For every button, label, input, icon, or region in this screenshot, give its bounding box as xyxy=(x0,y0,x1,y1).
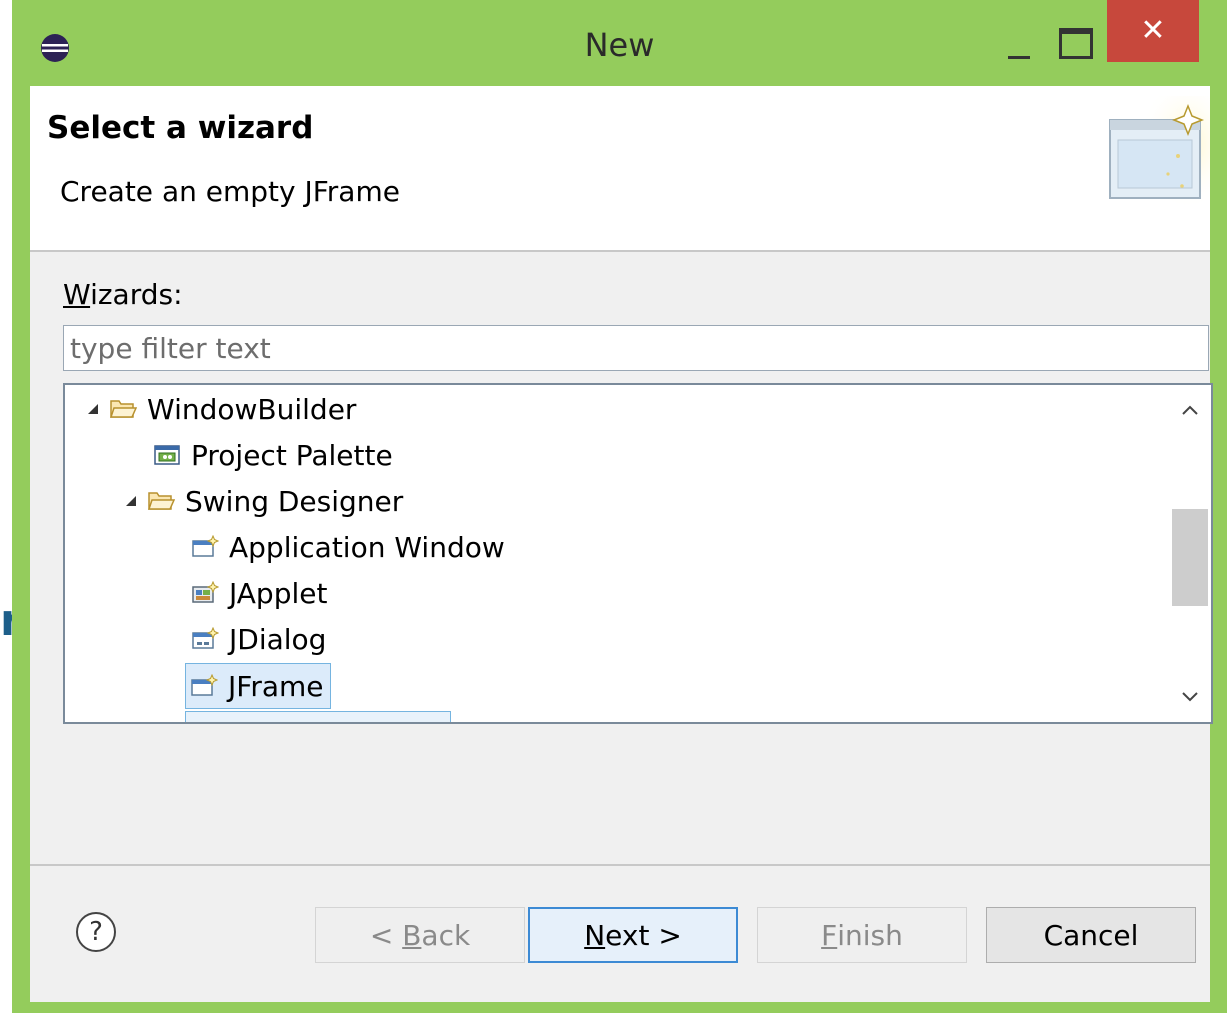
title-bar[interactable]: New ✕ xyxy=(12,0,1227,86)
tree-item-label: Swing Designer xyxy=(185,484,404,518)
expanded-arrow-icon xyxy=(88,404,98,414)
tree-item-application-window[interactable]: Application Window xyxy=(191,525,505,569)
folder-open-icon xyxy=(147,492,175,510)
scroll-up-button[interactable] xyxy=(1169,389,1211,431)
finish-button[interactable]: Finish xyxy=(757,907,967,963)
folder-open-icon xyxy=(109,400,137,418)
back-prefix: < xyxy=(369,918,403,952)
chevron-down-icon xyxy=(1182,692,1198,702)
tree-item-partial[interactable] xyxy=(185,711,451,722)
tree-item-swing-designer[interactable]: Swing Designer xyxy=(125,479,403,523)
tree-item-windowbuilder[interactable]: WindowBuilder xyxy=(87,387,356,431)
scrollbar-thumb[interactable] xyxy=(1172,509,1208,606)
wizards-label: Wizards: xyxy=(63,278,183,311)
help-button[interactable]: ? xyxy=(76,912,116,952)
back-text: ack xyxy=(421,918,471,952)
tree-item-japplet[interactable]: JApplet xyxy=(191,571,327,615)
tree-item-project-palette[interactable]: Project Palette xyxy=(153,433,393,477)
next-text: ext > xyxy=(605,918,682,952)
tree-item-label: JApplet xyxy=(229,576,328,610)
back-button[interactable]: < Back xyxy=(315,907,525,963)
tree-item-label: Project Palette xyxy=(191,438,393,472)
frame-wizard-icon xyxy=(191,674,218,696)
tree-item-label: Application Window xyxy=(229,530,505,564)
dialog-content: Select a wizard Create an empty JFrame W… xyxy=(30,86,1213,1002)
wizard-tree[interactable]: WindowBuilder Project Palette Swing Desi… xyxy=(63,383,1213,724)
tree-item-jdialog[interactable]: JDialog xyxy=(191,617,326,661)
dialog-wizard-icon xyxy=(192,627,219,649)
tree-item-label: JDialog xyxy=(229,622,327,656)
finish-accel: F xyxy=(821,918,838,952)
palette-icon xyxy=(154,445,180,465)
applet-wizard-icon xyxy=(192,581,219,603)
page-title: Select a wizard xyxy=(47,110,314,146)
filter-input[interactable] xyxy=(63,325,1209,371)
next-button[interactable]: Next > xyxy=(528,907,738,963)
expanded-arrow-icon xyxy=(126,496,136,506)
wizard-header: Select a wizard Create an empty JFrame xyxy=(30,86,1210,252)
tree-item-label: JFrame xyxy=(228,669,324,703)
next-accel: N xyxy=(584,918,606,952)
close-button[interactable]: ✕ xyxy=(1107,0,1199,62)
wizard-banner-icon xyxy=(1109,96,1210,216)
finish-text: inish xyxy=(837,918,903,952)
page-description: Create an empty JFrame xyxy=(60,175,400,208)
wizards-label-accel: W xyxy=(63,278,91,311)
cancel-button[interactable]: Cancel xyxy=(986,907,1196,963)
chevron-up-icon xyxy=(1182,405,1198,415)
tree-item-jframe[interactable]: JFrame xyxy=(185,663,331,709)
minimize-button[interactable] xyxy=(992,22,1048,66)
wizards-label-text: izards: xyxy=(90,278,183,311)
button-bar-separator xyxy=(30,864,1210,866)
tree-item-label: WindowBuilder xyxy=(147,392,357,426)
maximize-button[interactable] xyxy=(1050,22,1106,66)
window-wizard-icon xyxy=(192,535,219,557)
scroll-down-button[interactable] xyxy=(1169,676,1211,718)
new-wizard-dialog: New ✕ Select a wizard Create an empty JF… xyxy=(12,0,1227,1013)
back-accel: B xyxy=(402,918,422,952)
